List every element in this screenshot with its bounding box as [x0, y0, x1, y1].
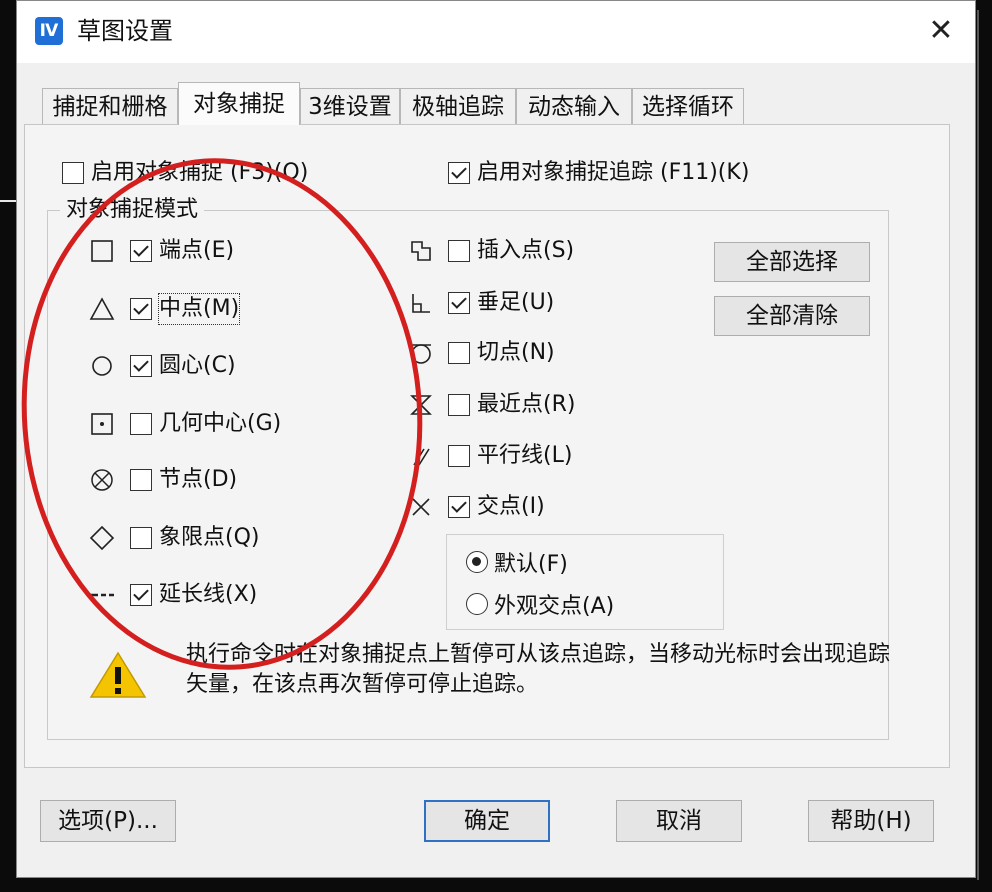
- checkbox-label: 启用对象捕捉 (F3)(O): [91, 160, 309, 185]
- nearest-marker-icon: [408, 392, 434, 418]
- midpoint-marker-icon: [89, 296, 115, 322]
- checkbox-label: 几何中心(G): [159, 411, 282, 436]
- checkbox-box[interactable]: [130, 240, 152, 262]
- osnap-perpendicular-checkbox[interactable]: 垂足(U): [448, 288, 554, 318]
- tracking-note: 执行命令时在对象捕捉点上暂停可从该点追踪，当移动光标时会出现追踪矢量，在该点再次…: [186, 642, 891, 697]
- checkbox-box[interactable]: [448, 292, 470, 314]
- node-marker-icon: [89, 467, 115, 493]
- options-button[interactable]: 选项(P)...: [40, 800, 176, 842]
- checkbox-box[interactable]: [130, 413, 152, 435]
- checkbox-box[interactable]: [448, 445, 470, 467]
- checkbox-box[interactable]: [130, 298, 152, 320]
- radio-label: 默认(F): [494, 552, 568, 577]
- checkbox-box[interactable]: [130, 355, 152, 377]
- window-title: 草图设置: [77, 17, 173, 45]
- enable-tracking-checkbox[interactable]: 启用对象捕捉追踪 (F11)(K): [448, 158, 749, 188]
- osnap-tangent-checkbox[interactable]: 切点(N): [448, 338, 555, 368]
- checkbox-box[interactable]: [62, 162, 84, 184]
- checkbox-box[interactable]: [448, 496, 470, 518]
- checkbox-label: 平行线(L): [477, 443, 573, 468]
- center-marker-icon: [89, 353, 115, 379]
- osnap-geometric-center-checkbox[interactable]: 几何中心(G): [130, 409, 281, 439]
- enable-osnap-checkbox[interactable]: 启用对象捕捉 (F3)(O): [62, 158, 308, 188]
- checkbox-label: 最近点(R): [477, 392, 576, 417]
- insertion-marker-icon: [408, 238, 434, 264]
- cad-background-line: [0, 200, 16, 202]
- cancel-button[interactable]: 取消: [616, 800, 742, 842]
- tab-3d-settings[interactable]: 3维设置: [300, 88, 400, 124]
- tab-dynamic-input[interactable]: 动态输入: [516, 88, 632, 124]
- tab-object-snap[interactable]: 对象捕捉: [178, 82, 300, 125]
- perpendicular-marker-icon: [408, 290, 434, 316]
- extension-marker-icon: [89, 582, 115, 608]
- radio-default[interactable]: 默认(F): [466, 547, 568, 577]
- checkbox-label: 插入点(S): [477, 238, 575, 263]
- help-button[interactable]: 帮助(H): [808, 800, 934, 842]
- checkbox-box[interactable]: [130, 527, 152, 549]
- osnap-endpoint-checkbox[interactable]: 端点(E): [130, 236, 234, 266]
- checkbox-box[interactable]: [448, 240, 470, 262]
- parallel-marker-icon: [408, 443, 434, 469]
- checkbox-label: 垂足(U): [477, 290, 555, 315]
- checkbox-label: 端点(E): [159, 238, 235, 263]
- checkbox-box[interactable]: [130, 584, 152, 606]
- checkbox-box[interactable]: [448, 162, 470, 184]
- checkbox-label: 圆心(C): [159, 353, 236, 378]
- checkbox-label: 中点(M): [157, 293, 241, 325]
- tab-snap-grid[interactable]: 捕捉和栅格: [42, 88, 178, 124]
- radio-label: 外观交点(A): [494, 594, 615, 619]
- osnap-midpoint-checkbox[interactable]: 中点(M): [130, 293, 241, 325]
- checkbox-box[interactable]: [130, 469, 152, 491]
- osnap-extension-checkbox[interactable]: 延长线(X): [130, 580, 257, 610]
- radio-apparent-intersection[interactable]: 外观交点(A): [466, 589, 614, 619]
- checkbox-label: 切点(N): [477, 340, 555, 365]
- cad-background-line: [977, 10, 979, 880]
- group-title: 对象捕捉模式: [60, 196, 205, 224]
- osnap-intersection-checkbox[interactable]: 交点(I): [448, 492, 545, 522]
- osnap-nearest-checkbox[interactable]: 最近点(R): [448, 390, 575, 420]
- tab-selection-cycling[interactable]: 选择循环: [632, 88, 744, 124]
- checkbox-box[interactable]: [448, 394, 470, 416]
- checkbox-label: 延长线(X): [159, 582, 258, 607]
- endpoint-marker-icon: [89, 238, 115, 264]
- osnap-parallel-checkbox[interactable]: 平行线(L): [448, 441, 572, 471]
- checkbox-box[interactable]: [448, 342, 470, 364]
- close-icon[interactable]: ✕: [921, 11, 961, 51]
- radio-circle[interactable]: [466, 551, 488, 573]
- radio-circle[interactable]: [466, 593, 488, 615]
- checkbox-label: 启用对象捕捉追踪 (F11)(K): [477, 160, 750, 185]
- tangent-marker-icon: [408, 340, 434, 366]
- checkbox-label: 交点(I): [477, 494, 545, 519]
- osnap-insertion-checkbox[interactable]: 插入点(S): [448, 236, 574, 266]
- app-icon: Ⅳ: [35, 17, 63, 45]
- quadrant-marker-icon: [89, 525, 115, 551]
- checkbox-label: 节点(D): [159, 467, 238, 492]
- clear-all-button[interactable]: 全部清除: [714, 296, 870, 336]
- intersection-marker-icon: [408, 494, 434, 520]
- osnap-center-checkbox[interactable]: 圆心(C): [130, 351, 236, 381]
- tab-polar-tracking[interactable]: 极轴追踪: [400, 88, 516, 124]
- osnap-quadrant-checkbox[interactable]: 象限点(Q): [130, 523, 259, 553]
- checkbox-label: 象限点(Q): [159, 525, 260, 550]
- warning-icon: [88, 650, 148, 704]
- osnap-node-checkbox[interactable]: 节点(D): [130, 465, 237, 495]
- ok-button[interactable]: 确定: [424, 800, 550, 842]
- select-all-button[interactable]: 全部选择: [714, 242, 870, 282]
- title-bar: Ⅳ 草图设置 ✕: [17, 1, 975, 63]
- geometric-center-marker-icon: [89, 411, 115, 437]
